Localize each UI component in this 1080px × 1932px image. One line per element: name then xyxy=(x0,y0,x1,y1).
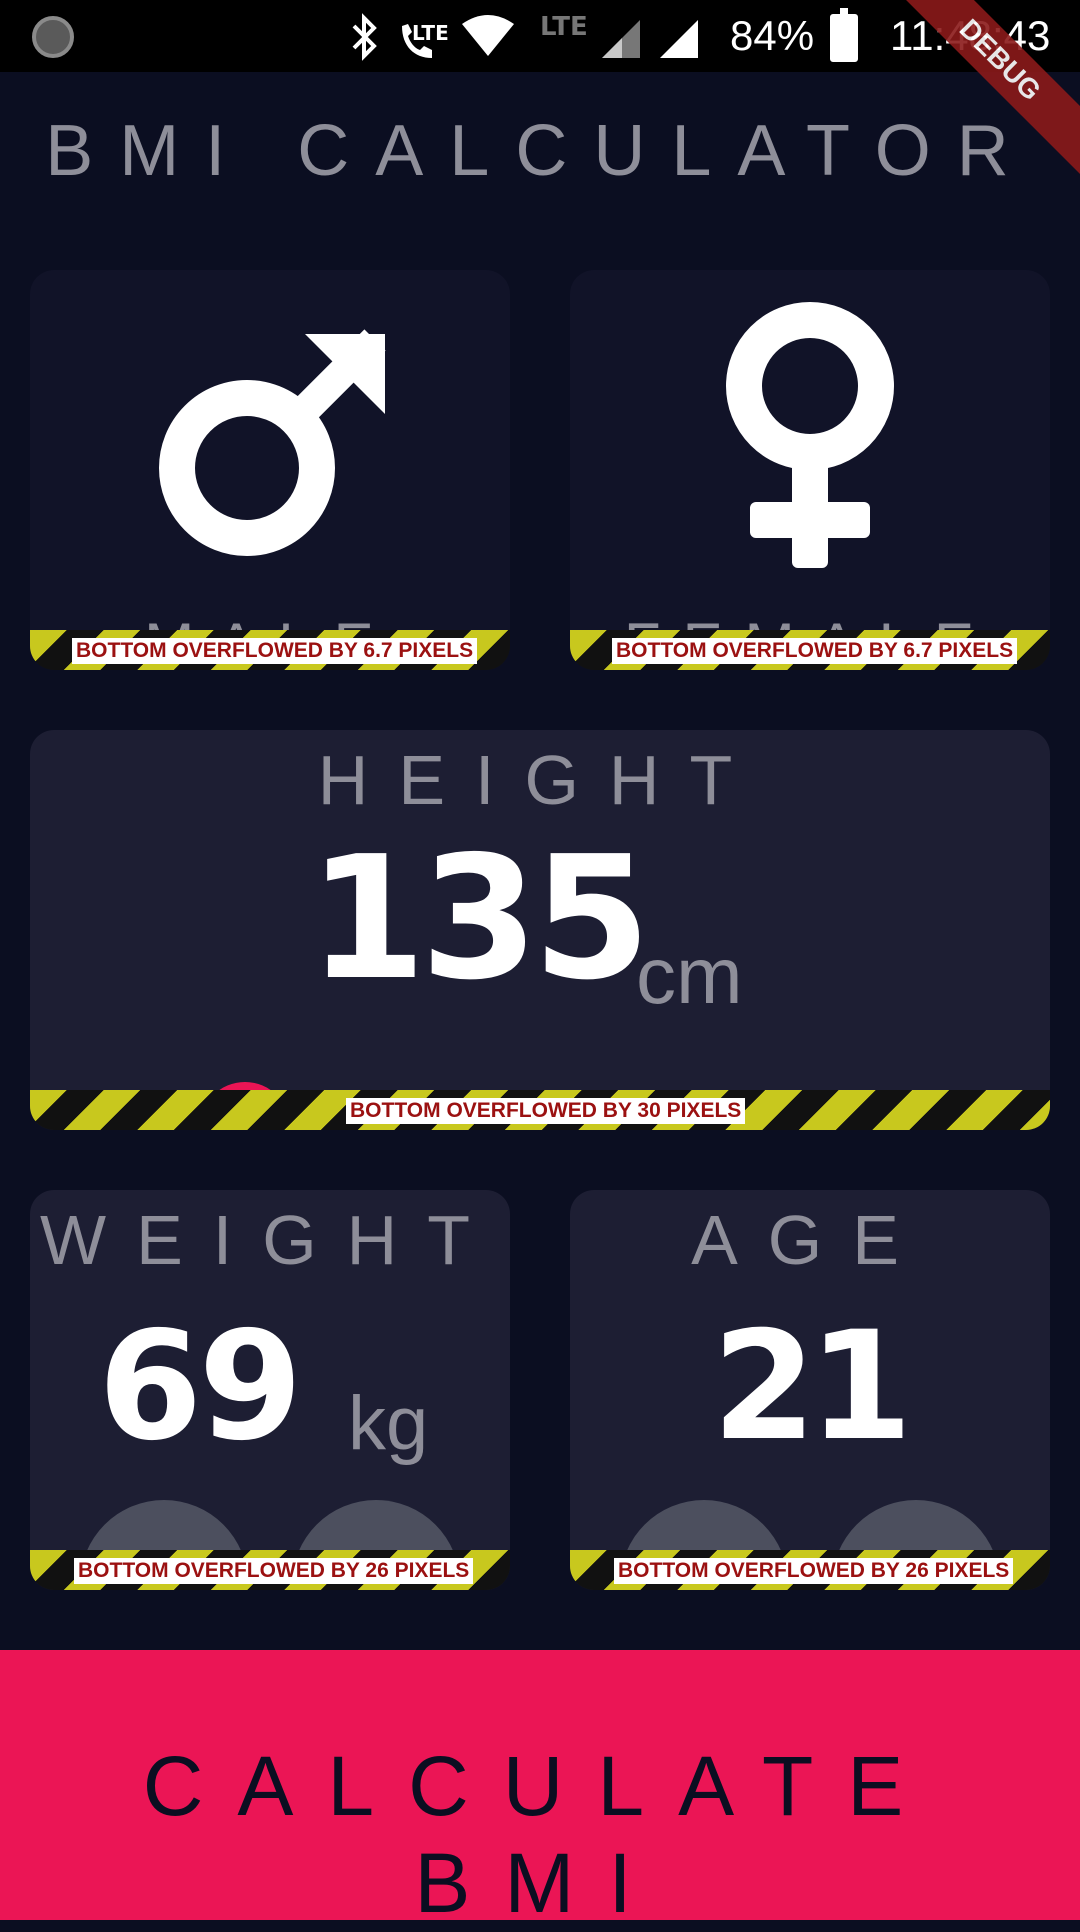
female-card[interactable]: FEMALE BOTTOM OVERFLOWED BY 6.7 PIXELS xyxy=(570,270,1050,670)
lte-indicator: LTE xyxy=(540,12,588,42)
calculate-bmi-label: CALCULATE BMI xyxy=(142,1739,938,1930)
overflow-warning: BOTTOM OVERFLOWED BY 30 PIXELS xyxy=(30,1090,1050,1130)
overflow-text: BOTTOM OVERFLOWED BY 26 PIXELS xyxy=(74,1558,474,1584)
signal-strength-icon-1 xyxy=(600,12,642,62)
wifi-icon xyxy=(460,12,516,62)
overflow-warning: BOTTOM OVERFLOWED BY 26 PIXELS xyxy=(570,1550,1050,1590)
weight-unit: kg xyxy=(348,1381,429,1466)
bluetooth-icon xyxy=(348,12,382,62)
height-card: HEIGHT 135 cm BOTTOM OVERFLOWED BY 30 PI… xyxy=(30,730,1050,1130)
male-card[interactable]: MALE BOTTOM OVERFLOWED BY 6.7 PIXELS xyxy=(30,270,510,670)
calculate-bmi-button[interactable]: CALCULATE BMI xyxy=(0,1650,1080,1930)
battery-percent: 84% xyxy=(730,12,815,59)
weight-label: WEIGHT xyxy=(40,1201,500,1279)
age-value: 21 xyxy=(712,1300,913,1474)
age-card: AGE 21 BOTTOM OVERFLOWED BY 26 PIXELS xyxy=(570,1190,1050,1590)
overflow-text: BOTTOM OVERFLOWED BY 6.7 PIXELS xyxy=(612,638,1018,664)
app-notification-icon xyxy=(32,16,74,58)
weight-card: WEIGHT 69 kg BOTTOM OVERFLOWED BY 26 PIX… xyxy=(30,1190,510,1590)
volte-call-icon: LTE xyxy=(396,12,456,62)
overflow-text: BOTTOM OVERFLOWED BY 26 PIXELS xyxy=(614,1558,1014,1584)
overflow-warning: BOTTOM OVERFLOWED BY 6.7 PIXELS xyxy=(30,630,510,670)
height-unit: cm xyxy=(636,931,743,1020)
age-label: AGE xyxy=(691,1201,929,1279)
overflow-warning: BOTTOM OVERFLOWED BY 26 PIXELS xyxy=(30,1550,510,1590)
page-title: BMI CALCULATOR xyxy=(45,111,1035,191)
overflow-text: BOTTOM OVERFLOWED BY 6.7 PIXELS xyxy=(72,638,478,664)
weight-value: 69 xyxy=(98,1300,303,1474)
lte-call-tag: LTE xyxy=(412,21,449,45)
female-symbol-icon xyxy=(726,302,894,568)
overflow-warning: BOTTOM OVERFLOWED BY 6.7 PIXELS xyxy=(570,630,1050,670)
signal-strength-icon-2 xyxy=(658,12,700,62)
male-symbol-icon xyxy=(159,329,386,556)
overflow-text: BOTTOM OVERFLOWED BY 30 PIXELS xyxy=(346,1098,746,1124)
height-value: 135 xyxy=(308,820,651,1018)
battery-charging-icon xyxy=(830,8,858,62)
height-label: HEIGHT xyxy=(317,741,763,819)
